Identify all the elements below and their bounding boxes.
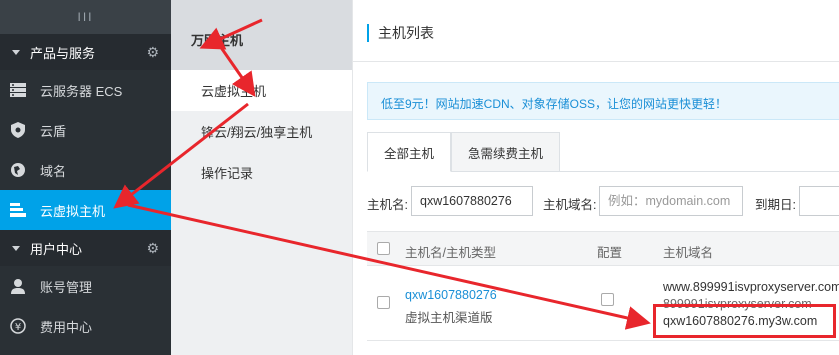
server-icon (8, 80, 28, 100)
collapse-icon: III (77, 10, 94, 24)
sidebar-item-ecs[interactable]: 云服务器 ECS (0, 70, 171, 110)
expire-date-label: 到期日: (755, 198, 796, 212)
sidebar-item-label: 云盾 (40, 123, 67, 139)
shield-icon (8, 120, 28, 140)
expire-date-input[interactable] (799, 186, 839, 216)
yen-icon: ¥ (8, 316, 28, 336)
config-checkbox[interactable] (601, 293, 614, 306)
caret-down-icon (12, 245, 20, 251)
svg-text:¥: ¥ (15, 322, 21, 333)
gear-icon[interactable]: ⚙ (146, 44, 159, 61)
sidebar-item-billing[interactable]: ¥ 费用中心 (0, 306, 171, 346)
table-header: 主机名/主机类型 配置 主机域名 (367, 231, 839, 266)
sidebar-collapse-toggle[interactable]: III (0, 0, 171, 34)
column-header-config: 配置 (597, 246, 623, 260)
sidebar-item-label: 云服务器 ECS (40, 83, 123, 99)
sidebar-item-shield[interactable]: 云盾 (0, 110, 171, 150)
host-name-link[interactable]: qxw1607880276 (405, 288, 497, 302)
secondary-nav: 万网主机 云虚拟主机 锋云/翔云/独享主机 操作记录 (171, 0, 352, 355)
row-checkbox[interactable] (377, 296, 390, 309)
section-products[interactable]: 产品与服务 ⚙ (0, 34, 171, 70)
subnav-item-operation-log[interactable]: 操作记录 (171, 152, 352, 193)
host-domain-input[interactable] (599, 186, 743, 216)
sidebar-item-virtual-host[interactable]: 云虚拟主机 (0, 190, 171, 230)
sidebar-item-label: 域名 (40, 163, 67, 179)
column-header-domain: 主机域名 (663, 246, 714, 260)
tab-renewal-hosts[interactable]: 急需续费主机 (451, 132, 561, 172)
section-user-label: 用户中心 (30, 241, 83, 257)
host-name-input[interactable] (411, 186, 533, 216)
globe-icon (8, 160, 28, 180)
virtual-host-icon (8, 200, 28, 220)
subnav-title: 万网主机 (171, 0, 352, 70)
sidebar-item-label: 账号管理 (40, 279, 93, 295)
promo-notice[interactable]: 低至9元！网站加速CDN、对象存储OSS，让您的网站更快更轻！ (367, 82, 839, 120)
annotation-highlight-box (653, 304, 836, 338)
page-title: 主机列表 (367, 24, 434, 42)
host-type: 虚拟主机渠道版 (405, 311, 493, 325)
main-sidebar: III 产品与服务 ⚙ 云服务器 ECS 云盾 域名 云虚拟主机 用户中心 ⚙ (0, 0, 171, 355)
host-domain-label: 主机域名: (543, 198, 597, 212)
section-products-label: 产品与服务 (30, 45, 96, 61)
host-domain-1[interactable]: www.899991isvproxyserver.com (663, 280, 839, 294)
gear-icon[interactable]: ⚙ (146, 240, 159, 257)
tab-all-hosts[interactable]: 全部主机 (367, 132, 452, 172)
sidebar-item-label: 云虚拟主机 (40, 203, 106, 219)
user-icon (8, 276, 28, 296)
caret-down-icon (12, 49, 20, 55)
section-user-center[interactable]: 用户中心 ⚙ (0, 230, 171, 266)
select-all-checkbox[interactable] (377, 242, 390, 255)
host-name-label: 主机名: (367, 198, 408, 212)
main-content: 主机列表 低至9元！网站加速CDN、对象存储OSS，让您的网站更快更轻！ 全部主… (352, 0, 839, 355)
sidebar-item-account[interactable]: 账号管理 (0, 266, 171, 306)
sidebar-item-domain[interactable]: 域名 (0, 150, 171, 190)
sidebar-item-label: 费用中心 (40, 319, 93, 335)
subnav-item-dedicated-host[interactable]: 锋云/翔云/独享主机 (171, 111, 352, 152)
column-header-name: 主机名/主机类型 (405, 246, 496, 260)
subnav-item-virtual-host[interactable]: 云虚拟主机 (171, 70, 352, 111)
title-divider (353, 61, 839, 62)
tab-bar: 全部主机 急需续费主机 (367, 132, 839, 172)
filter-bar: 主机名: 主机域名: 到期日: (367, 186, 839, 216)
